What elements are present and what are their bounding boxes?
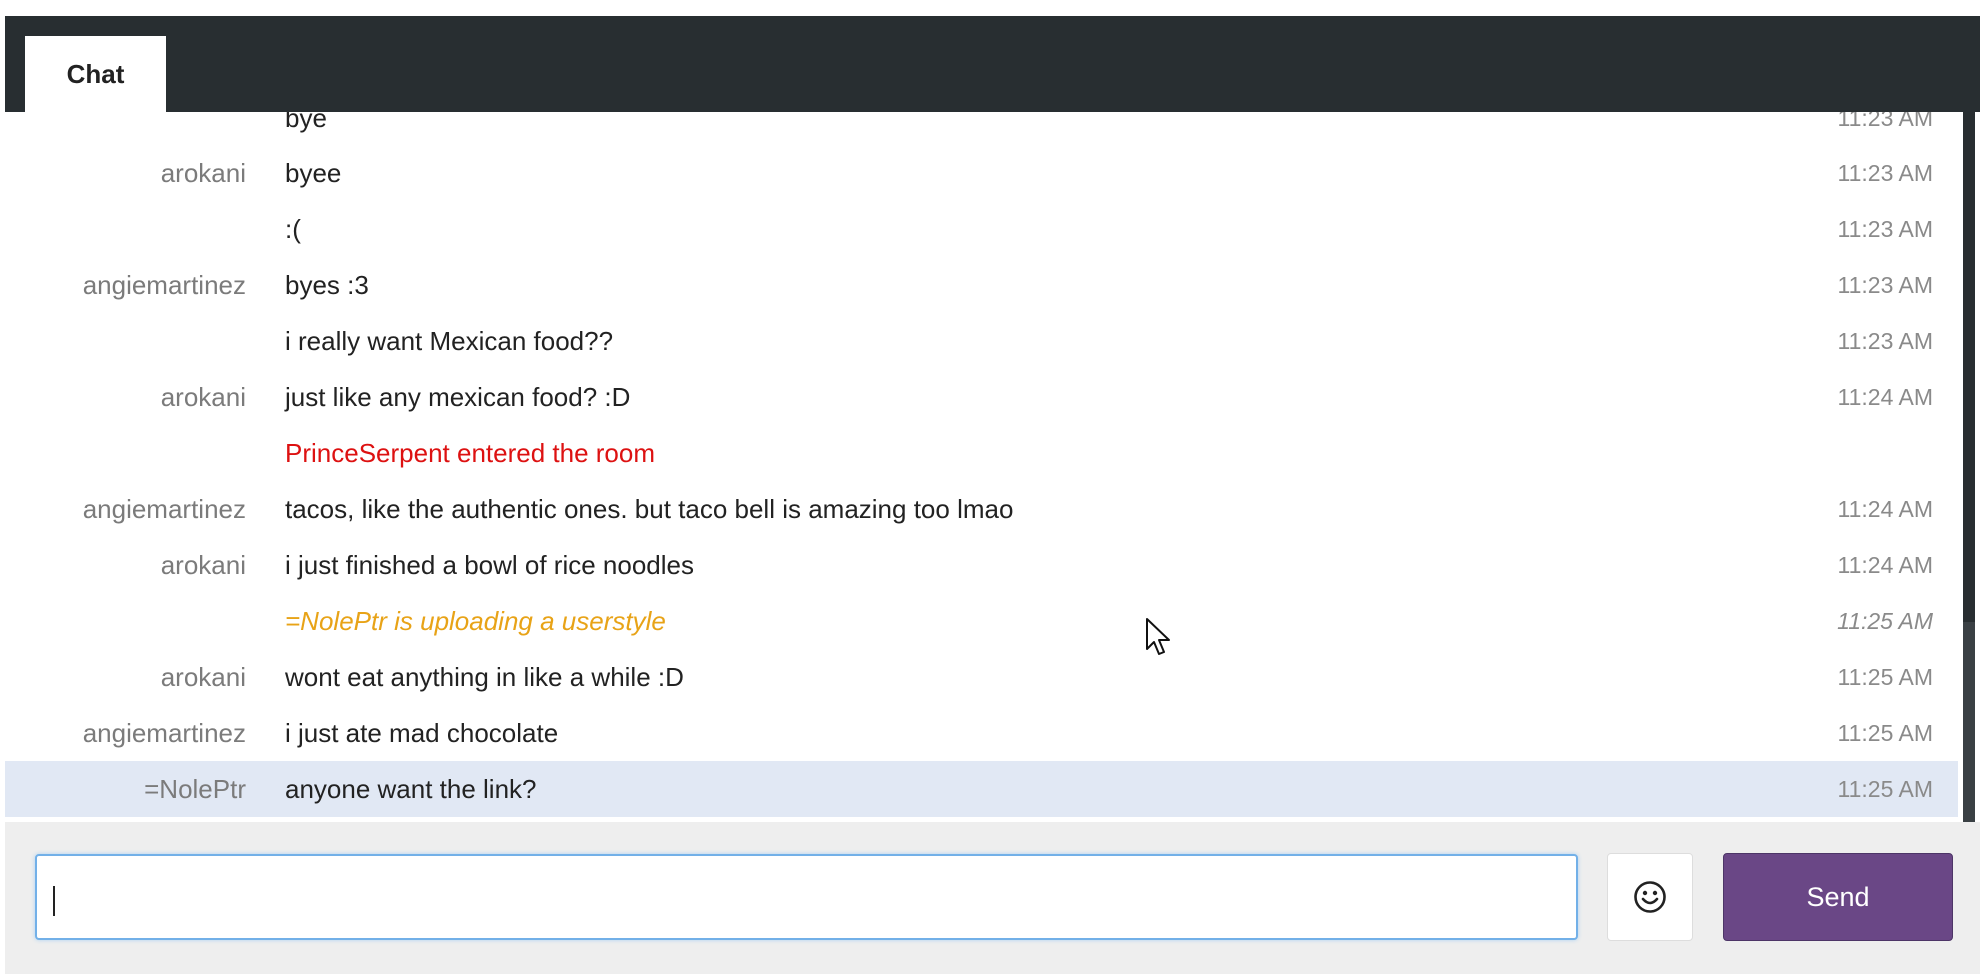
tab-bar: Chat — [5, 16, 1980, 112]
message-timestamp: 11:25 AM — [1837, 776, 1933, 802]
message-username[interactable]: arokani — [161, 145, 246, 201]
message-timestamp: 11:24 AM — [1837, 384, 1933, 410]
chat-window: Chat bye 11:23 AM arokani byee 11:23 AM … — [5, 16, 1980, 974]
send-button[interactable]: Send — [1723, 853, 1953, 941]
message-row: arokani byee 11:23 AM — [5, 145, 1958, 201]
message-list: bye 11:23 AM arokani byee 11:23 AM :( 11… — [5, 112, 1958, 822]
message-timestamp: 11:23 AM — [1837, 160, 1933, 186]
message-row: :( 11:23 AM — [5, 201, 1958, 257]
message-timestamp: 11:25 AM — [1837, 664, 1933, 690]
message-text: tacos, like the authentic ones. but taco… — [285, 494, 1014, 524]
message-row-highlighted: =NolePtr anyone want the link? 11:25 AM — [5, 761, 1958, 817]
message-row: angiemartinez byes :3 11:23 AM — [5, 257, 1958, 313]
message-timestamp: 11:23 AM — [1837, 216, 1933, 242]
action-message-row: =NolePtr is uploading a userstyle 11:25 … — [5, 593, 1958, 649]
message-username[interactable]: arokani — [161, 369, 246, 425]
message-username[interactable]: =NolePtr — [144, 761, 246, 817]
message-text: bye — [285, 112, 327, 133]
message-text: wont eat anything in like a while :D — [285, 662, 684, 692]
message-username[interactable]: arokani — [161, 649, 246, 705]
system-message-row: PrinceSerpent entered the room — [5, 425, 1958, 481]
message-row: arokani i just finished a bowl of rice n… — [5, 537, 1958, 593]
message-username[interactable]: angiemartinez — [83, 257, 246, 313]
message-text: just like any mexican food? :D — [285, 382, 631, 412]
message-timestamp: 11:24 AM — [1837, 552, 1933, 578]
message-timestamp: 11:24 AM — [1837, 496, 1933, 522]
message-row: angiemartinez i just ate mad chocolate 1… — [5, 705, 1958, 761]
message-timestamp: 11:23 AM — [1837, 272, 1933, 298]
message-text: i really want Mexican food?? — [285, 326, 614, 356]
message-text: :( — [285, 214, 301, 244]
composer-bar: Send — [5, 822, 1980, 974]
text-caret — [53, 886, 55, 916]
message-text: byes :3 — [285, 270, 369, 300]
message-username[interactable]: arokani — [161, 537, 246, 593]
smiley-icon — [1634, 881, 1666, 913]
message-text: i just finished a bowl of rice noodles — [285, 550, 695, 580]
message-timestamp: 11:25 AM — [1837, 720, 1933, 746]
message-timestamp: 11:23 AM — [1837, 112, 1933, 131]
message-row: i really want Mexican food?? 11:23 AM — [5, 313, 1958, 369]
scrollbar-thumb-lower[interactable] — [1963, 622, 1975, 822]
action-message-text: =NolePtr is uploading a userstyle — [285, 606, 666, 636]
message-timestamp: 11:23 AM — [1837, 328, 1933, 354]
message-text: byee — [285, 158, 342, 188]
message-text: anyone want the link? — [285, 774, 537, 804]
message-text: i just ate mad chocolate — [285, 718, 559, 748]
message-row: arokani wont eat anything in like a whil… — [5, 649, 1958, 705]
message-username[interactable]: angiemartinez — [83, 481, 246, 537]
system-message-text: PrinceSerpent entered the room — [285, 438, 655, 468]
message-input[interactable] — [35, 854, 1578, 940]
tab-chat[interactable]: Chat — [25, 36, 166, 112]
emoji-button[interactable] — [1607, 853, 1693, 941]
message-timestamp: 11:25 AM — [1837, 608, 1933, 634]
message-row: angiemartinez tacos, like the authentic … — [5, 481, 1958, 537]
message-row: bye 11:23 AM — [5, 112, 1958, 146]
message-username[interactable]: angiemartinez — [83, 705, 246, 761]
message-row: arokani just like any mexican food? :D 1… — [5, 369, 1958, 425]
mouse-cursor-icon — [1146, 618, 1170, 655]
